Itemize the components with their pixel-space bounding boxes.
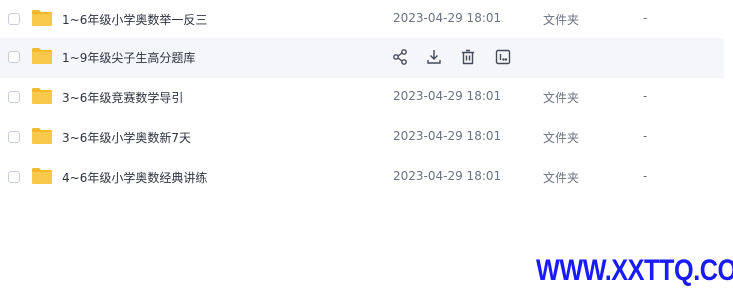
more-icon[interactable] (494, 48, 512, 66)
file-date: 2023-04-29 18:01 (393, 89, 502, 103)
file-date: 2023-04-29 18:01 (393, 11, 502, 25)
file-row[interactable]: 1~6年级小学奥数举一反三 2023-04-29 18:01 文件夹 - (0, 0, 724, 40)
download-icon[interactable] (425, 48, 443, 66)
file-type: 文件夹 (543, 171, 580, 185)
file-type: 文件夹 (543, 13, 580, 27)
folder-icon (31, 47, 53, 65)
delete-icon[interactable] (459, 48, 477, 66)
folder-icon (31, 87, 53, 105)
row-checkbox[interactable] (8, 171, 20, 183)
file-row[interactable]: 3~6年级小学奥数新7天 2023-04-29 18:01 文件夹 - (0, 118, 724, 158)
watermark-text: WWW.XXTTQ.COM (536, 254, 733, 287)
file-name[interactable]: 1~9年级尖子生高分题库 (62, 49, 195, 66)
row-checkbox[interactable] (8, 131, 20, 143)
folder-icon (31, 9, 53, 27)
share-icon[interactable] (391, 48, 409, 66)
folder-icon (31, 127, 53, 145)
file-size: - (643, 129, 648, 143)
row-checkbox[interactable] (8, 51, 20, 63)
file-size: - (643, 89, 648, 103)
file-size: - (643, 11, 648, 25)
file-date: 2023-04-29 18:01 (393, 169, 502, 183)
file-date: 2023-04-29 18:01 (393, 129, 502, 143)
file-type: 文件夹 (543, 91, 580, 105)
file-name[interactable]: 4~6年级小学奥数经典讲练 (62, 169, 207, 186)
folder-icon (31, 167, 53, 185)
row-checkbox[interactable] (8, 13, 20, 25)
file-size: - (643, 169, 648, 183)
file-name[interactable]: 3~6年级竞赛数学导引 (62, 89, 183, 106)
file-row[interactable]: 3~6年级竞赛数学导引 2023-04-29 18:01 文件夹 - (0, 78, 724, 118)
file-row-hovered[interactable]: 1~9年级尖子生高分题库 (0, 38, 724, 78)
file-type: 文件夹 (543, 131, 580, 145)
row-checkbox[interactable] (8, 91, 20, 103)
file-name[interactable]: 3~6年级小学奥数新7天 (62, 129, 191, 146)
file-row[interactable]: 4~6年级小学奥数经典讲练 2023-04-29 18:01 文件夹 - (0, 158, 724, 198)
file-name[interactable]: 1~6年级小学奥数举一反三 (62, 11, 207, 28)
